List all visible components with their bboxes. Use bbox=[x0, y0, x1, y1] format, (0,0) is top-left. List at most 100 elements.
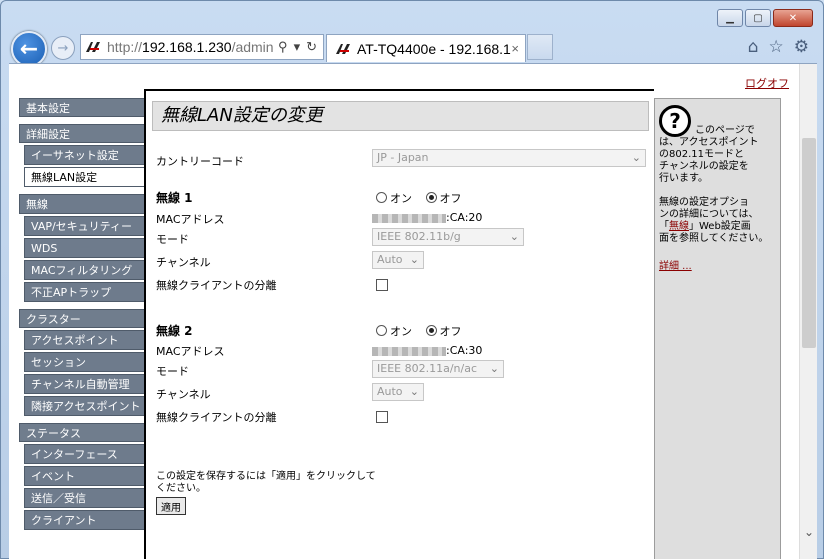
sidebar-item-session[interactable]: セッション bbox=[24, 352, 145, 372]
sidebar-item-access-points[interactable]: アクセスポイント bbox=[24, 330, 145, 350]
radio2-channel-select[interactable]: Auto ⌄ bbox=[372, 383, 424, 401]
favorites-star-icon[interactable]: ☆ bbox=[769, 37, 784, 57]
sidebar-item-basic[interactable]: 基本設定 bbox=[19, 98, 145, 117]
radio2-channel-value: Auto bbox=[377, 385, 403, 398]
country-label: カントリーコード bbox=[156, 155, 244, 168]
help-panel: ? このページで は、アクセスポイント の802.11モードと チャンネルの設定… bbox=[654, 98, 781, 559]
refresh-icon[interactable]: ↻ bbox=[306, 39, 317, 55]
sidebar-section-detail[interactable]: 詳細設定 bbox=[19, 124, 145, 143]
tab-logo-icon bbox=[336, 43, 350, 54]
chevron-down-icon: ⌄ bbox=[409, 253, 419, 266]
url-path: /admin bbox=[231, 39, 274, 55]
sidebar-item-client[interactable]: クライアント bbox=[24, 510, 145, 530]
radio1-off-radio[interactable] bbox=[425, 192, 437, 203]
redacted-mac bbox=[372, 346, 446, 356]
radio2-toggle: オン オフ bbox=[376, 323, 472, 339]
main-content: 無線LAN設定の変更 カントリーコード JP - Japan ⌄ 無線 1 オン… bbox=[144, 89, 654, 559]
page-viewport: ログオフ 基本設定 詳細設定 イーサネット設定 無線LAN設定 無線 VAP/セ… bbox=[9, 63, 817, 559]
sidebar-item-rogue-ap[interactable]: 不正APトラップ bbox=[24, 282, 145, 302]
chevron-down-icon: ⌄ bbox=[489, 362, 499, 375]
country-select[interactable]: JP - Japan ⌄ bbox=[372, 149, 646, 167]
radio1-channel-value: Auto bbox=[377, 253, 403, 266]
sidebar-section-status[interactable]: ステータス bbox=[19, 423, 145, 442]
country-select-value: JP - Japan bbox=[377, 151, 429, 164]
chevron-down-icon: ⌄ bbox=[409, 385, 419, 398]
scrollbar-thumb[interactable] bbox=[802, 138, 816, 348]
radio1-mode-value: IEEE 802.11b/g bbox=[377, 230, 461, 243]
radio1-off-label: オフ bbox=[439, 192, 462, 205]
dropdown-icon[interactable]: ▾ bbox=[294, 39, 301, 55]
home-icon[interactable]: ⌂ bbox=[748, 37, 759, 57]
radio2-mac-value: :CA:30 bbox=[372, 344, 482, 357]
vertical-scrollbar[interactable]: ⌄ bbox=[799, 64, 817, 559]
maximize-button[interactable]: ▢ bbox=[745, 9, 771, 27]
url-host: 192.168.1.230 bbox=[142, 39, 232, 55]
radio2-mode-value: IEEE 802.11a/n/ac bbox=[377, 362, 477, 375]
radio2-channel-label: チャンネル bbox=[156, 388, 211, 401]
sidebar-item-wds[interactable]: WDS bbox=[24, 238, 145, 258]
help-text-line: チャンネルの設定を bbox=[659, 161, 749, 172]
radio1-mode-label: モード bbox=[156, 233, 189, 246]
page-title: 無線LAN設定の変更 bbox=[161, 105, 323, 126]
sidebar-item-vap[interactable]: VAP/セキュリティー bbox=[24, 216, 145, 236]
browser-tab[interactable]: AT-TQ4400e - 192.168.1... × bbox=[326, 34, 526, 62]
forward-button[interactable]: → bbox=[51, 36, 75, 60]
help-text-line: は、アクセスポイント bbox=[659, 137, 759, 148]
sidebar-item-txrx[interactable]: 送信／受信 bbox=[24, 488, 145, 508]
chevron-down-icon[interactable]: ⌄ bbox=[800, 525, 817, 543]
radio1-channel-select[interactable]: Auto ⌄ bbox=[372, 251, 424, 269]
window-caption-buttons: ▁ ▢ ✕ bbox=[717, 9, 813, 27]
sidebar-section-cluster[interactable]: クラスター bbox=[19, 309, 145, 328]
logout-link[interactable]: ログオフ bbox=[745, 75, 789, 91]
browser-toolbar-icons: ⌂ ☆ ⚙ bbox=[748, 37, 809, 57]
radio2-off-radio[interactable] bbox=[425, 325, 437, 336]
help-text-line: このページで bbox=[695, 125, 755, 136]
radio1-on-label: オン bbox=[390, 192, 412, 205]
radio1-on-radio[interactable] bbox=[376, 192, 387, 203]
address-bar[interactable]: http://192.168.1.230/admin ⚲ ▾ ↻ bbox=[80, 34, 324, 60]
radio1-mac-suffix: :CA:20 bbox=[446, 211, 483, 224]
sidebar-nav: 基本設定 詳細設定 イーサネット設定 無線LAN設定 無線 VAP/セキュリティ… bbox=[19, 98, 145, 530]
sidebar-item-interface[interactable]: インターフェース bbox=[24, 444, 145, 464]
minimize-button[interactable]: ▁ bbox=[717, 9, 743, 27]
new-tab-button[interactable] bbox=[527, 34, 553, 60]
radio2-isolation-label: 無線クライアントの分離 bbox=[156, 411, 277, 424]
apply-button[interactable]: 適用 bbox=[156, 497, 186, 515]
gear-icon[interactable]: ⚙ bbox=[794, 37, 809, 57]
address-url: http://192.168.1.230/admin bbox=[107, 39, 278, 55]
radio2-isolation-checkbox[interactable] bbox=[376, 411, 388, 423]
radio1-channel-label: チャンネル bbox=[156, 256, 211, 269]
sidebar-item-event[interactable]: イベント bbox=[24, 466, 145, 486]
save-note-line-2: ください。 bbox=[156, 483, 206, 494]
close-window-button[interactable]: ✕ bbox=[773, 9, 813, 27]
help-text-line: の802.11モードと bbox=[659, 149, 744, 160]
sidebar-item-channel-auto[interactable]: チャンネル自動管理 bbox=[24, 374, 145, 394]
radio1-mac-value: :CA:20 bbox=[372, 211, 482, 224]
radio1-mode-select[interactable]: IEEE 802.11b/g ⌄ bbox=[372, 228, 524, 246]
browser-window: ▁ ▢ ✕ ← → http://192.168.1.230/admin ⚲ ▾… bbox=[0, 0, 824, 559]
help-text-line: 面を参照してください。 bbox=[659, 233, 769, 244]
sidebar-item-wireless-lan[interactable]: 無線LAN設定 bbox=[24, 167, 145, 187]
help-text-line: 無線の設定オプショ bbox=[659, 197, 749, 208]
sidebar-item-mac-filter[interactable]: MACフィルタリング bbox=[24, 260, 145, 280]
radio2-title: 無線 2 bbox=[156, 324, 193, 338]
redacted-mac bbox=[372, 213, 446, 223]
radio1-isolation-checkbox[interactable] bbox=[376, 279, 388, 291]
radio2-on-radio[interactable] bbox=[376, 325, 387, 336]
help-more-link[interactable]: 詳細 ... bbox=[659, 261, 692, 272]
sidebar-item-wireless[interactable]: 無線 bbox=[19, 194, 145, 214]
search-icon[interactable]: ⚲ bbox=[278, 39, 288, 55]
radio2-mac-label: MACアドレス bbox=[156, 345, 225, 358]
help-wireless-link[interactable]: 無線 bbox=[669, 221, 689, 232]
site-logo-icon bbox=[86, 42, 100, 52]
back-button[interactable]: ← bbox=[11, 31, 47, 67]
help-text-line: 行います。 bbox=[659, 173, 708, 184]
radio2-mode-select[interactable]: IEEE 802.11a/n/ac ⌄ bbox=[372, 360, 504, 378]
tab-close-icon[interactable]: × bbox=[511, 41, 519, 56]
sidebar-item-ethernet[interactable]: イーサネット設定 bbox=[24, 145, 145, 165]
help-text-line: ンの詳細については、 bbox=[659, 209, 759, 220]
radio2-off-label: オフ bbox=[439, 325, 462, 338]
help-bracket: 「 bbox=[659, 221, 669, 232]
sidebar-item-neighbor-ap[interactable]: 隣接アクセスポイント bbox=[24, 396, 145, 416]
url-protocol: http:// bbox=[107, 39, 143, 55]
